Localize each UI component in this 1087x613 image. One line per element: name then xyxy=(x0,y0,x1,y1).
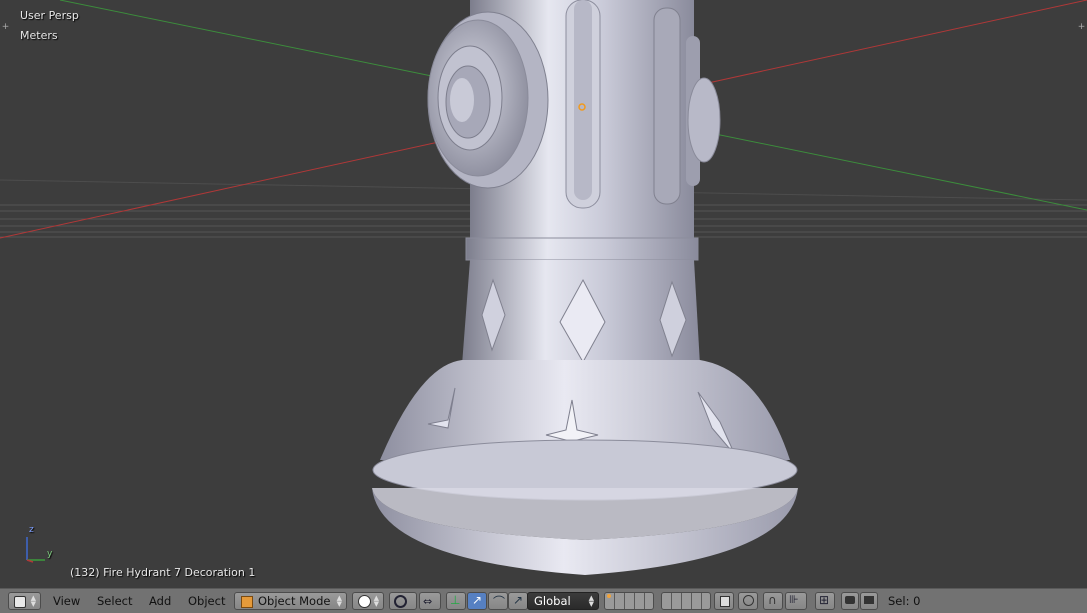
pivot-mode-toggle[interactable]: ⇔ xyxy=(419,592,441,610)
region-plus-icon[interactable]: + xyxy=(1,23,10,32)
menu-add[interactable]: Add xyxy=(149,594,171,608)
editor-type-button[interactable]: ▲ ▼ xyxy=(8,592,41,610)
3d-view-icon xyxy=(14,596,26,608)
3d-view-header: ▲ ▼ View Select Add Object Object Mode ▲ ▼… xyxy=(0,588,1087,613)
snap-toggle-button[interactable]: ∩ xyxy=(763,592,783,610)
menu-object[interactable]: Object xyxy=(188,594,225,608)
manipulator-axes-icon: ⊥ xyxy=(450,593,461,607)
axis-y-label: y xyxy=(47,549,53,559)
active-layer-dot xyxy=(607,594,611,598)
region-plus-icon[interactable]: + xyxy=(1077,23,1086,32)
proportional-circle-icon xyxy=(743,595,754,606)
layers-group-1[interactable] xyxy=(604,592,654,610)
clapperboard-icon xyxy=(864,596,874,604)
magnet-icon: ∩ xyxy=(768,593,777,607)
menu-select[interactable]: Select xyxy=(97,594,132,608)
fire-hydrant-mesh xyxy=(372,0,798,575)
manipulate-center-icon: ⇔ xyxy=(423,595,433,608)
lock-camera-button[interactable] xyxy=(714,592,734,610)
translate-manipulator-button[interactable]: ↗ xyxy=(467,592,487,610)
scene-render xyxy=(0,0,1087,575)
mode-dropdown[interactable]: Object Mode ▲ ▼ xyxy=(234,592,347,610)
scale-arrow-icon: ↗ xyxy=(513,593,524,607)
manipulator-toggle[interactable]: ⊥ xyxy=(446,592,466,610)
transform-orientation-dropdown[interactable]: Global ▲ ▼ xyxy=(527,592,599,610)
3d-viewport[interactable]: User Persp Meters (132) Fire Hydrant 7 D… xyxy=(0,0,1087,588)
units-label: Meters xyxy=(20,29,58,42)
menu-view[interactable]: View xyxy=(53,594,80,608)
translate-arrow-icon: ↗ xyxy=(472,593,483,607)
rotate-manipulator-button[interactable]: ⌒ xyxy=(488,592,508,610)
pivot-point-dropdown[interactable] xyxy=(389,592,417,610)
viewport-shading-dropdown[interactable]: ▲ ▼ xyxy=(352,592,384,610)
solid-sphere-icon xyxy=(358,595,371,608)
object-mode-icon xyxy=(241,596,253,608)
object-info-label: (132) Fire Hydrant 7 Decoration 1 xyxy=(70,566,256,579)
snap-increment-icon: ⊪ xyxy=(789,593,799,606)
layers-group-2[interactable] xyxy=(661,592,711,610)
view-name-label: User Persp xyxy=(20,9,79,22)
axis-z-label: z xyxy=(29,525,34,535)
opengl-animation-button[interactable] xyxy=(860,592,878,610)
proportional-edit-button[interactable] xyxy=(738,592,758,610)
scale-manipulator-button[interactable]: ↗ xyxy=(508,592,528,610)
snap-grid-icon: ⊞ xyxy=(819,593,830,607)
snap-element-dropdown[interactable]: ⊪ xyxy=(785,592,807,610)
camera-icon xyxy=(845,596,855,604)
pivot-point-icon xyxy=(394,595,407,608)
snap-target-dropdown[interactable]: ⊞ xyxy=(815,592,835,610)
axis-widget xyxy=(26,537,45,563)
lock-icon xyxy=(720,596,730,607)
selection-status: Sel: 0 xyxy=(888,594,921,608)
rotate-arc-icon: ⌒ xyxy=(493,595,506,609)
opengl-render-button[interactable] xyxy=(841,592,859,610)
